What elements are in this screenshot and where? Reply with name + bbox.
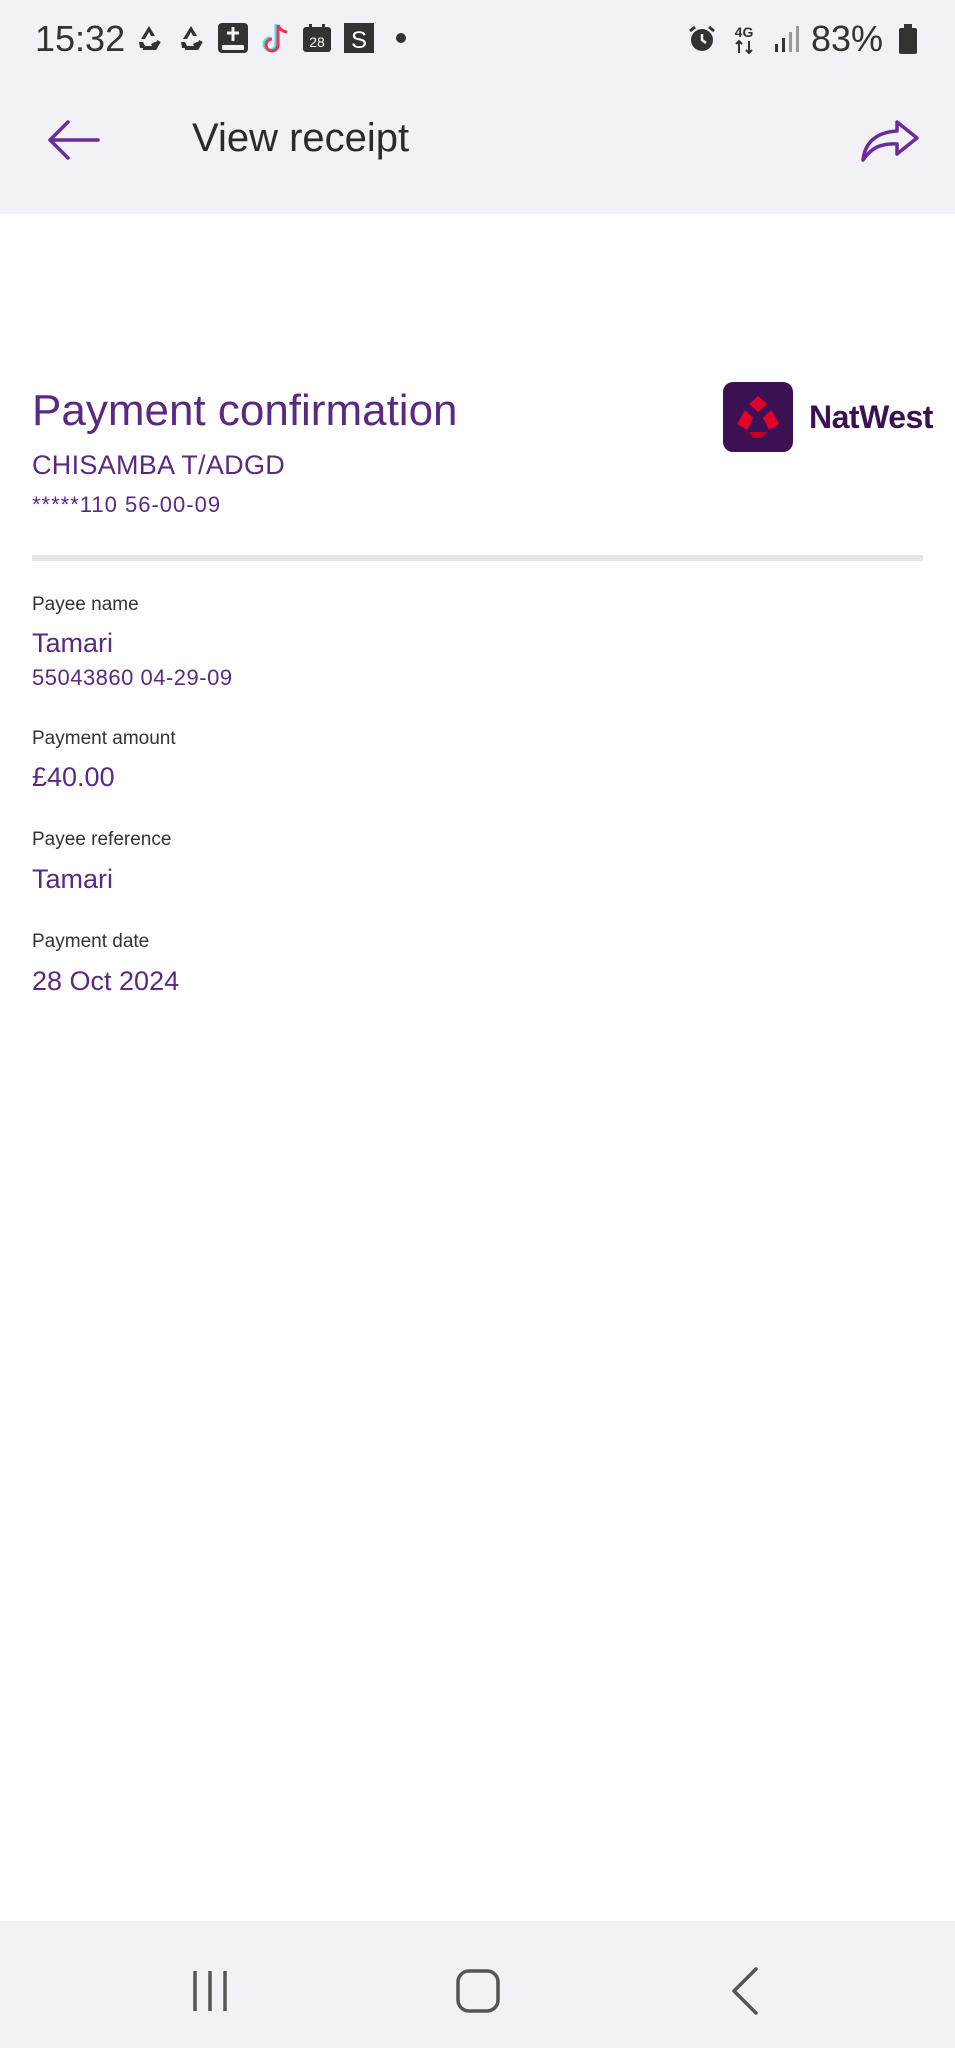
status-time: 15:32 — [35, 18, 126, 59]
natwest-brand: NatWest — [723, 382, 933, 452]
svg-text:4G: 4G — [735, 24, 754, 40]
calendar-28-icon: 28 — [300, 21, 334, 55]
natwest-logo-icon — [723, 382, 793, 452]
home-button[interactable] — [448, 1961, 508, 2021]
payee-name-label: Payee name — [32, 594, 139, 615]
dot-icon — [384, 21, 418, 55]
share-arrow-icon — [861, 120, 919, 162]
4g-icon: 4G — [727, 22, 761, 56]
status-bar: 15:32 28 S 4G 83% — [0, 0, 955, 66]
share-button[interactable] — [855, 110, 925, 170]
back-button[interactable] — [40, 110, 110, 170]
battery-percent: 83% — [810, 18, 883, 59]
arrow-left-icon — [48, 120, 100, 160]
payment-date-label: Payment date — [32, 931, 150, 952]
account-name: CHISAMBA T/ADGD — [32, 450, 286, 480]
page-title: View receipt — [192, 116, 410, 160]
payee-reference-label: Payee reference — [32, 829, 172, 850]
payee-account-details: 55043860 04-29-09 — [32, 665, 233, 690]
system-icons: 4G 83% — [685, 18, 925, 60]
payee-name-value: Tamari — [32, 628, 114, 658]
payment-amount-value: £40.00 — [32, 762, 115, 792]
home-icon — [456, 1969, 500, 2013]
system-navigation-bar — [0, 1921, 955, 2048]
brand-name: NatWest — [809, 398, 933, 435]
payment-date-value: 28 Oct 2024 — [32, 966, 180, 996]
alarm-icon — [685, 22, 719, 56]
account-number: *****110 56-00-09 — [32, 492, 222, 517]
recent-apps-icon — [193, 1971, 227, 2011]
s-app-icon: S — [342, 21, 376, 55]
chevron-left-icon — [732, 1967, 758, 2015]
app-bar: View receipt — [0, 66, 955, 214]
recycle-icon — [132, 21, 166, 55]
payee-reference-value: Tamari — [32, 864, 114, 894]
payment-amount-label: Payment amount — [32, 728, 176, 749]
svg-text:S: S — [351, 27, 367, 54]
divider — [32, 555, 923, 561]
notification-icons: 28 S — [132, 20, 418, 56]
plus-box-icon — [216, 21, 250, 55]
battery-icon — [891, 22, 925, 56]
recent-apps-button[interactable] — [180, 1961, 240, 2021]
receipt-title: Payment confirmation — [32, 386, 458, 435]
tiktok-icon — [258, 21, 292, 55]
recycle-icon — [174, 21, 208, 55]
signal-icon — [769, 22, 803, 56]
nav-back-button[interactable] — [716, 1961, 776, 2021]
svg-text:28: 28 — [309, 34, 325, 50]
